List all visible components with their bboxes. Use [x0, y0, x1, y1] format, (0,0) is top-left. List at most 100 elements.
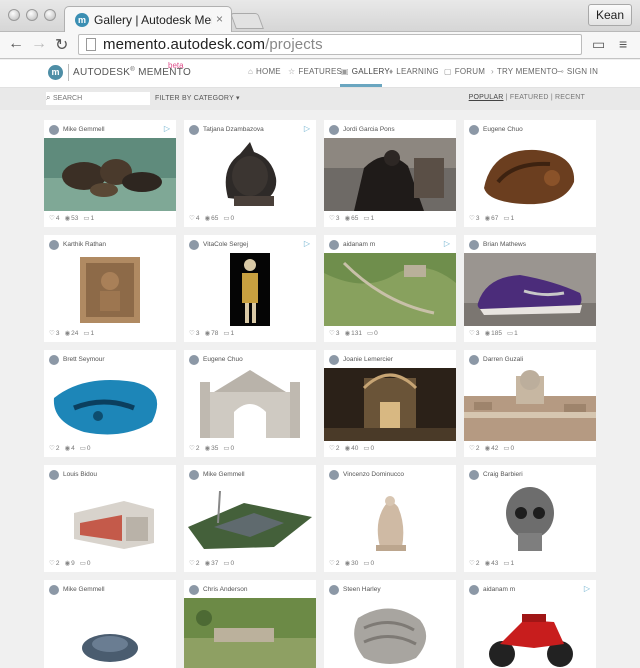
nav-sign-in[interactable]: ⊸ SIGN IN	[557, 67, 598, 76]
avatar[interactable]	[189, 240, 199, 250]
author-name[interactable]: Eugene Chuo	[483, 126, 523, 133]
project-thumbnail[interactable]	[44, 138, 176, 211]
project-card[interactable]: Craig Barbieri ♡2 ◉43 ▭1	[464, 465, 596, 572]
avatar[interactable]	[49, 470, 59, 480]
project-card[interactable]: Vincenzo Dominucco ♡2 ◉30 ▭0	[324, 465, 456, 572]
author-name[interactable]: Steen Harley	[343, 586, 381, 593]
author-name[interactable]: Mike Gemmell	[63, 126, 105, 133]
author-name[interactable]: Tatjana Dzambazova	[203, 126, 264, 133]
project-card[interactable]: aidanam m ▷	[464, 580, 596, 668]
comment-icon[interactable]: ▭	[83, 330, 89, 337]
sort-popular[interactable]: POPULAR	[469, 94, 504, 101]
heart-icon[interactable]: ♡	[49, 330, 55, 337]
project-card[interactable]: aidanam m ▷ ♡3 ◉131 ▭0	[324, 235, 456, 342]
project-card[interactable]: Joanie Lemercier ♡2 ◉40 ▭0	[324, 350, 456, 457]
author-name[interactable]: VitaCole Sergej	[203, 241, 248, 248]
filter-category-dropdown[interactable]: FILTER BY CATEGORY ▾	[155, 94, 240, 102]
nav-forum[interactable]: ▢ FORUM	[444, 67, 485, 76]
author-name[interactable]: Vincenzo Dominucco	[343, 471, 404, 478]
author-name[interactable]: aidanam m	[483, 586, 515, 593]
nav-try-memento[interactable]: › TRY MEMENTO	[491, 67, 558, 76]
forward-button[interactable]: →	[31, 35, 47, 53]
author-name[interactable]: Karthik Rathan	[63, 241, 106, 248]
minimize-window-icon[interactable]	[26, 9, 38, 21]
project-card[interactable]: Brian Mathews ♡3 ◉185 ▭1	[464, 235, 596, 342]
project-card[interactable]: Jordi Garcia Pons ♡3 ◉65 ▭1	[324, 120, 456, 227]
browser-tab[interactable]: m Gallery | Autodesk Memento ×	[64, 6, 232, 33]
comment-icon[interactable]: ▭	[503, 560, 509, 567]
heart-icon[interactable]: ♡	[469, 445, 475, 452]
author-name[interactable]: Mike Gemmell	[203, 471, 245, 478]
avatar[interactable]	[189, 125, 199, 135]
project-card[interactable]: Tatjana Dzambazova ▷ ♡4 ◉65 ▭0	[184, 120, 316, 227]
search-input[interactable]	[46, 92, 150, 105]
heart-icon[interactable]: ♡	[469, 215, 475, 222]
project-card[interactable]: Louis Bidou ♡2 ◉9 ▭0	[44, 465, 176, 572]
author-name[interactable]: Mike Gemmell	[63, 586, 105, 593]
avatar[interactable]	[469, 355, 479, 365]
project-thumbnail[interactable]	[464, 138, 596, 211]
avatar[interactable]	[189, 470, 199, 480]
project-thumbnail[interactable]	[324, 598, 456, 668]
heart-icon[interactable]: ♡	[329, 560, 335, 567]
author-name[interactable]: Brett Seymour	[63, 356, 105, 363]
project-card[interactable]: Darren Guzali ♡2 ◉42 ▭0	[464, 350, 596, 457]
comment-icon[interactable]: ▭	[367, 330, 373, 337]
heart-icon[interactable]: ♡	[469, 330, 475, 337]
menu-icon[interactable]: ≡	[619, 36, 627, 52]
comment-icon[interactable]: ▭	[503, 215, 509, 222]
author-name[interactable]: Jordi Garcia Pons	[343, 126, 395, 133]
heart-icon[interactable]: ♡	[49, 215, 55, 222]
tab-close-icon[interactable]: ×	[216, 12, 223, 26]
project-card[interactable]: Steen Harley	[324, 580, 456, 668]
avatar[interactable]	[469, 240, 479, 250]
project-card[interactable]: Mike Gemmell ▷ ♡4 ◉53 ▭1	[44, 120, 176, 227]
project-card[interactable]: Chris Anderson	[184, 580, 316, 668]
author-name[interactable]: Brian Mathews	[483, 241, 526, 248]
project-thumbnail[interactable]	[44, 253, 176, 326]
project-card[interactable]: Eugene Chuo ♡3 ◉67 ▭1	[464, 120, 596, 227]
project-card[interactable]: Karthik Rathan ♡3 ◉24 ▭1	[44, 235, 176, 342]
comment-icon[interactable]: ▭	[80, 560, 86, 567]
avatar[interactable]	[469, 470, 479, 480]
author-name[interactable]: aidanam m	[343, 241, 375, 248]
sort-recent[interactable]: RECENT	[555, 94, 585, 101]
nav-learning[interactable]: ♦ LEARNING	[389, 67, 439, 76]
avatar[interactable]	[189, 355, 199, 365]
author-name[interactable]: Joanie Lemercier	[343, 356, 393, 363]
comment-icon[interactable]: ▭	[507, 330, 513, 337]
address-bar[interactable]: memento.autodesk.com/projects	[78, 34, 582, 55]
comment-icon[interactable]: ▭	[223, 560, 229, 567]
nav-features[interactable]: ☆ FEATURES	[288, 67, 342, 76]
author-name[interactable]: Darren Guzali	[483, 356, 523, 363]
project-card[interactable]: Mike Gemmell ♡2 ◉37 ▭0	[184, 465, 316, 572]
heart-icon[interactable]: ♡	[189, 215, 195, 222]
avatar[interactable]	[49, 240, 59, 250]
profile-button[interactable]: Kean	[587, 4, 632, 26]
comment-icon[interactable]: ▭	[503, 445, 509, 452]
new-tab-button[interactable]	[230, 13, 264, 29]
project-card[interactable]: VitaCole Sergej ▷ ♡3 ◉78 ▭1	[184, 235, 316, 342]
project-thumbnail[interactable]	[184, 368, 316, 441]
heart-icon[interactable]: ♡	[49, 445, 55, 452]
avatar[interactable]	[189, 585, 199, 595]
comment-icon[interactable]: ▭	[80, 445, 86, 452]
heart-icon[interactable]: ♡	[49, 560, 55, 567]
avatar[interactable]	[329, 470, 339, 480]
comment-icon[interactable]: ▭	[223, 330, 229, 337]
back-button[interactable]: ←	[8, 35, 24, 53]
project-thumbnail[interactable]	[184, 483, 316, 556]
project-thumbnail[interactable]	[464, 483, 596, 556]
project-thumbnail[interactable]	[464, 368, 596, 441]
extension-icon[interactable]: ▭	[592, 36, 605, 53]
comment-icon[interactable]: ▭	[363, 215, 369, 222]
heart-icon[interactable]: ♡	[329, 215, 335, 222]
project-card[interactable]: Mike Gemmell	[44, 580, 176, 668]
project-thumbnail[interactable]	[324, 483, 456, 556]
avatar[interactable]	[49, 125, 59, 135]
heart-icon[interactable]: ♡	[189, 445, 195, 452]
project-thumbnail[interactable]	[324, 253, 456, 326]
author-name[interactable]: Louis Bidou	[63, 471, 97, 478]
avatar[interactable]	[469, 585, 479, 595]
avatar[interactable]	[329, 355, 339, 365]
